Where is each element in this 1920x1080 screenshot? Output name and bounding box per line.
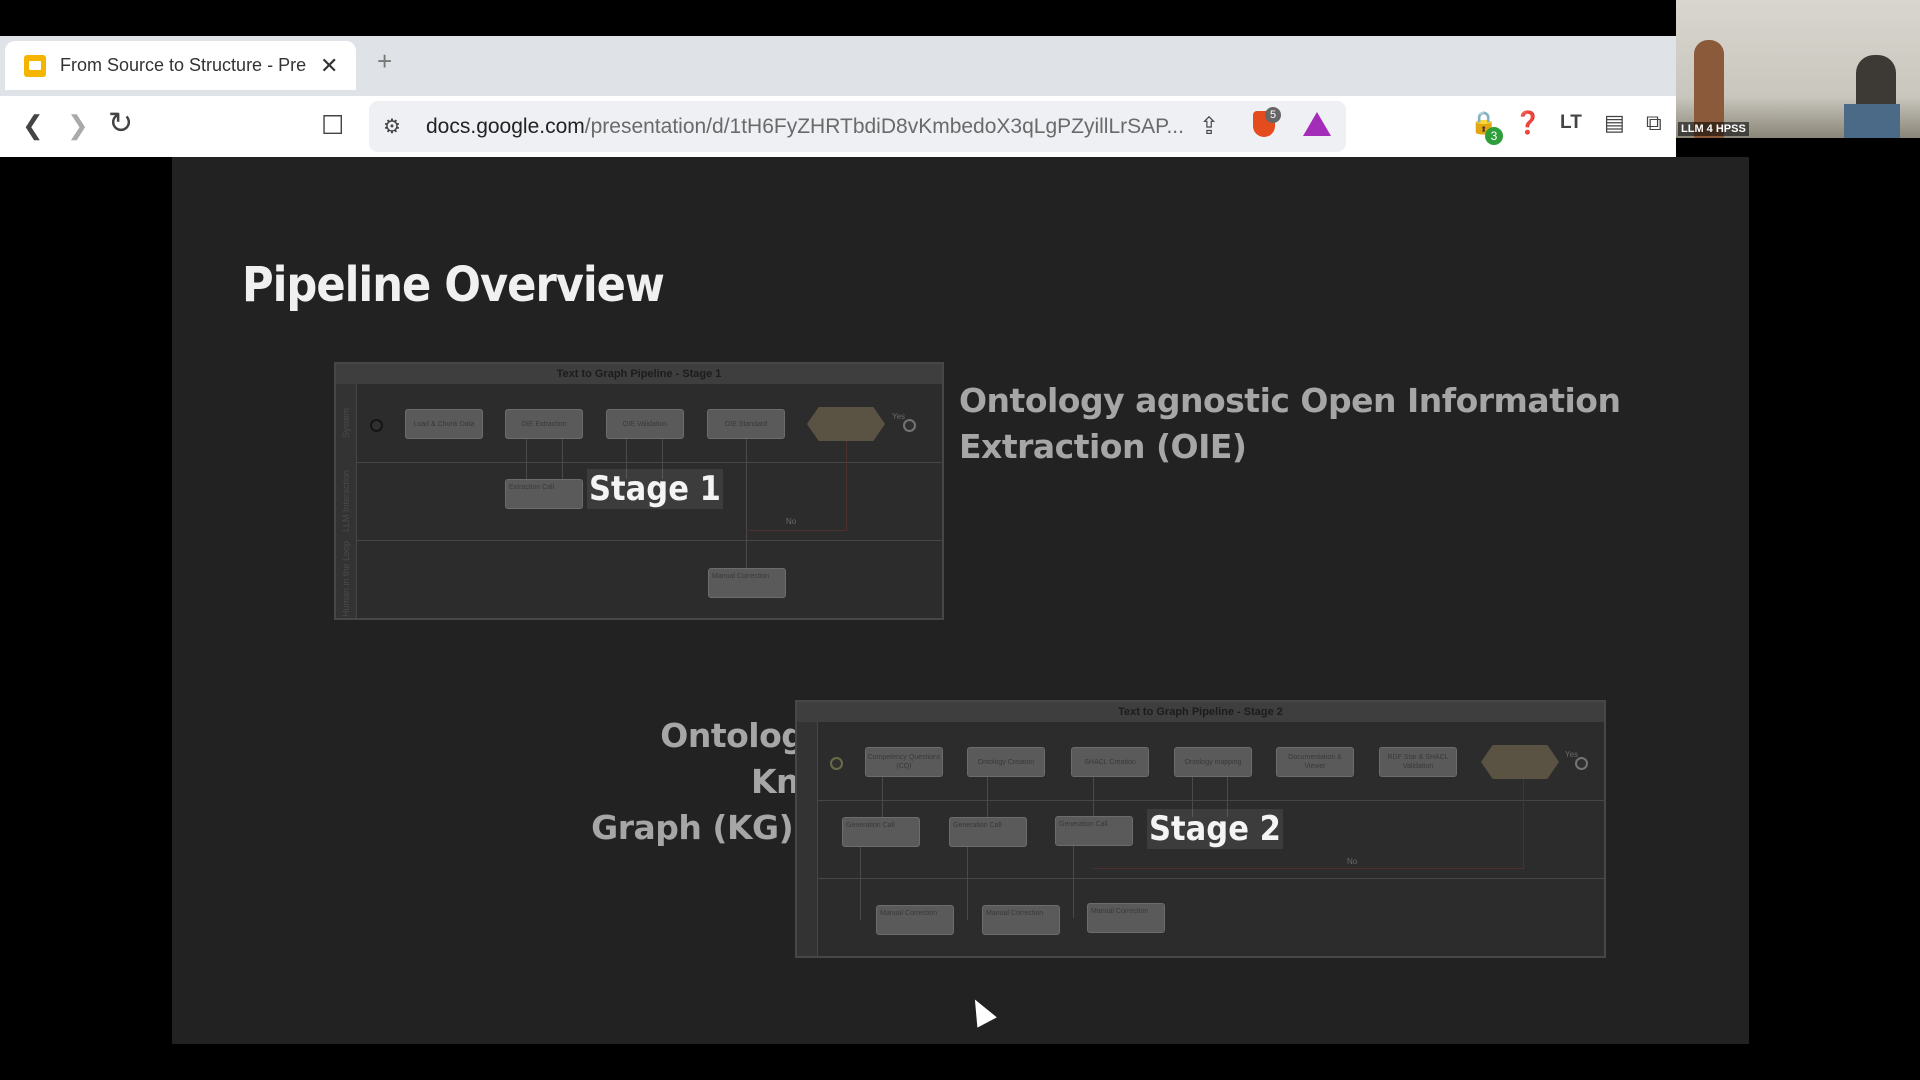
diagram-node: OIE Extraction bbox=[505, 409, 583, 439]
diagram-node: Ontology Creation bbox=[967, 747, 1045, 777]
diagram-edge bbox=[1093, 868, 1523, 869]
lane-label: LLM Interaction bbox=[336, 462, 357, 541]
decision-no-label: No bbox=[1347, 857, 1358, 866]
diagram-edge bbox=[987, 777, 988, 817]
url-path: /presentation/d/1tH6FyZHRTbdiD8vKmbedoX3… bbox=[584, 115, 1184, 138]
slides-favicon-icon bbox=[24, 54, 46, 77]
brave-rewards-icon[interactable] bbox=[1303, 112, 1331, 136]
lane-separator bbox=[817, 800, 1604, 801]
lane-label bbox=[797, 878, 818, 957]
lane-label: System bbox=[336, 384, 357, 463]
llm-task-node: Generation Call bbox=[1055, 816, 1133, 846]
tab-presentation[interactable]: From Source to Structure - Pres ✕ bbox=[5, 41, 356, 90]
lane-label bbox=[797, 800, 818, 879]
lane-label bbox=[797, 722, 818, 801]
reader-icon[interactable]: ▤ bbox=[1604, 110, 1625, 136]
human-task-node: Manual Correction bbox=[1087, 903, 1165, 933]
presentation-slide: Pipeline Overview Text to Graph Pipeline… bbox=[172, 157, 1749, 1044]
extension-help-icon[interactable]: ❓ bbox=[1514, 110, 1541, 136]
navigation-bar: ❮ ❯ ↻ ☐ ⚙ docs.google.com/presentation/d… bbox=[0, 96, 1676, 157]
end-node bbox=[1575, 757, 1588, 770]
human-task-node: Manual Correction bbox=[876, 905, 954, 935]
stage1-label: Stage 1 bbox=[587, 469, 723, 509]
diagram-edge bbox=[860, 847, 861, 920]
diagram-title: Text to Graph Pipeline - Stage 1 bbox=[336, 364, 942, 384]
diagram-node: Load & Chunk Data bbox=[405, 409, 483, 439]
diagram-node: OIE Standard bbox=[707, 409, 785, 439]
decision-no-label: No bbox=[786, 517, 797, 526]
close-icon[interactable]: ✕ bbox=[320, 53, 338, 79]
lane-label-text: Human in the Loop bbox=[341, 540, 351, 618]
diagram-edge bbox=[526, 439, 527, 479]
diagram-edge bbox=[562, 439, 563, 479]
site-settings-icon[interactable]: ⚙ bbox=[383, 114, 401, 139]
diagram-node: Documentation & Viewer bbox=[1276, 747, 1354, 777]
llm-task-node: Generation Call bbox=[842, 817, 920, 847]
diagram-edge bbox=[746, 530, 846, 531]
diagram-node: RDF Star & SHACL Validation bbox=[1379, 747, 1457, 777]
diagram-edge bbox=[846, 441, 847, 531]
address-bar[interactable]: ⚙ docs.google.com/presentation/d/1tH6FyZ… bbox=[369, 101, 1346, 152]
decision-node bbox=[807, 407, 885, 441]
tab-title: From Source to Structure - Pres bbox=[60, 55, 306, 75]
start-node bbox=[830, 757, 843, 770]
diagram-node: OIE Validation bbox=[606, 409, 684, 439]
decision-yes-label: Yes bbox=[1565, 750, 1579, 759]
lane-label-text: LLM Interaction bbox=[341, 469, 351, 533]
webcam-video: LLM 4 HPSS bbox=[1676, 0, 1920, 138]
new-tab-button[interactable]: + bbox=[377, 46, 392, 77]
diagram-edge bbox=[1523, 779, 1524, 869]
diagram-edge bbox=[1073, 846, 1074, 918]
brave-shields-count: 5 bbox=[1265, 107, 1281, 123]
window-top-strip bbox=[0, 0, 1676, 36]
lane-label-text: System bbox=[341, 407, 351, 439]
decision-yes-label: Yes bbox=[892, 412, 906, 421]
diagram-edge bbox=[967, 847, 968, 920]
reload-icon[interactable]: ↻ bbox=[108, 106, 133, 141]
tab-strip: From Source to Structure - Pres ✕ + bbox=[0, 36, 1676, 96]
diagram-node: Competency Questions (CQ) bbox=[865, 747, 943, 777]
diagram-node: SHACL Creation bbox=[1071, 747, 1149, 777]
llm-task-node: Extraction Call bbox=[505, 479, 583, 509]
diagram-edge bbox=[1093, 777, 1094, 816]
end-node bbox=[903, 419, 916, 432]
diagram-edge bbox=[882, 777, 883, 817]
stage1-description-line: Extraction (OIE) bbox=[959, 427, 1247, 466]
decision-node bbox=[1481, 745, 1559, 779]
diagram-title: Text to Graph Pipeline - Stage 2 bbox=[797, 702, 1604, 722]
slide-title: Pipeline Overview bbox=[242, 257, 665, 313]
languagetool-icon[interactable]: LT bbox=[1560, 112, 1582, 134]
lane-separator bbox=[356, 462, 942, 463]
lane-separator bbox=[356, 540, 942, 541]
human-task-node: Manual Correction bbox=[708, 568, 786, 598]
stage1-description-line: Ontology agnostic Open Information bbox=[959, 381, 1621, 420]
url-host: docs.google.com bbox=[426, 115, 585, 138]
start-node bbox=[370, 419, 383, 432]
forward-icon[interactable]: ❯ bbox=[67, 110, 89, 141]
stage1-description: Ontology agnostic Open Information Extra… bbox=[959, 378, 1621, 470]
bookmark-icon[interactable]: ☐ bbox=[321, 110, 344, 141]
extension-badge: 3 bbox=[1485, 127, 1503, 145]
podium bbox=[1844, 104, 1900, 138]
human-task-node: Manual Correction bbox=[982, 905, 1060, 935]
back-icon[interactable]: ❮ bbox=[22, 110, 44, 141]
camera-label: LLM 4 HPSS bbox=[1678, 122, 1749, 136]
llm-task-node: Generation Call bbox=[949, 817, 1027, 847]
diagram-node: Ontology mapping bbox=[1174, 747, 1252, 777]
stage2-label: Stage 2 bbox=[1147, 809, 1283, 849]
extensions-puzzle-icon[interactable]: ⧉ bbox=[1646, 110, 1662, 136]
lane-label: Human in the Loop bbox=[336, 540, 357, 619]
diagram-edge bbox=[746, 439, 747, 568]
lane-separator bbox=[817, 878, 1604, 879]
url-text[interactable]: docs.google.com/presentation/d/1tH6FyZHR… bbox=[426, 115, 1184, 139]
share-icon[interactable]: ⇪ bbox=[1199, 112, 1219, 141]
